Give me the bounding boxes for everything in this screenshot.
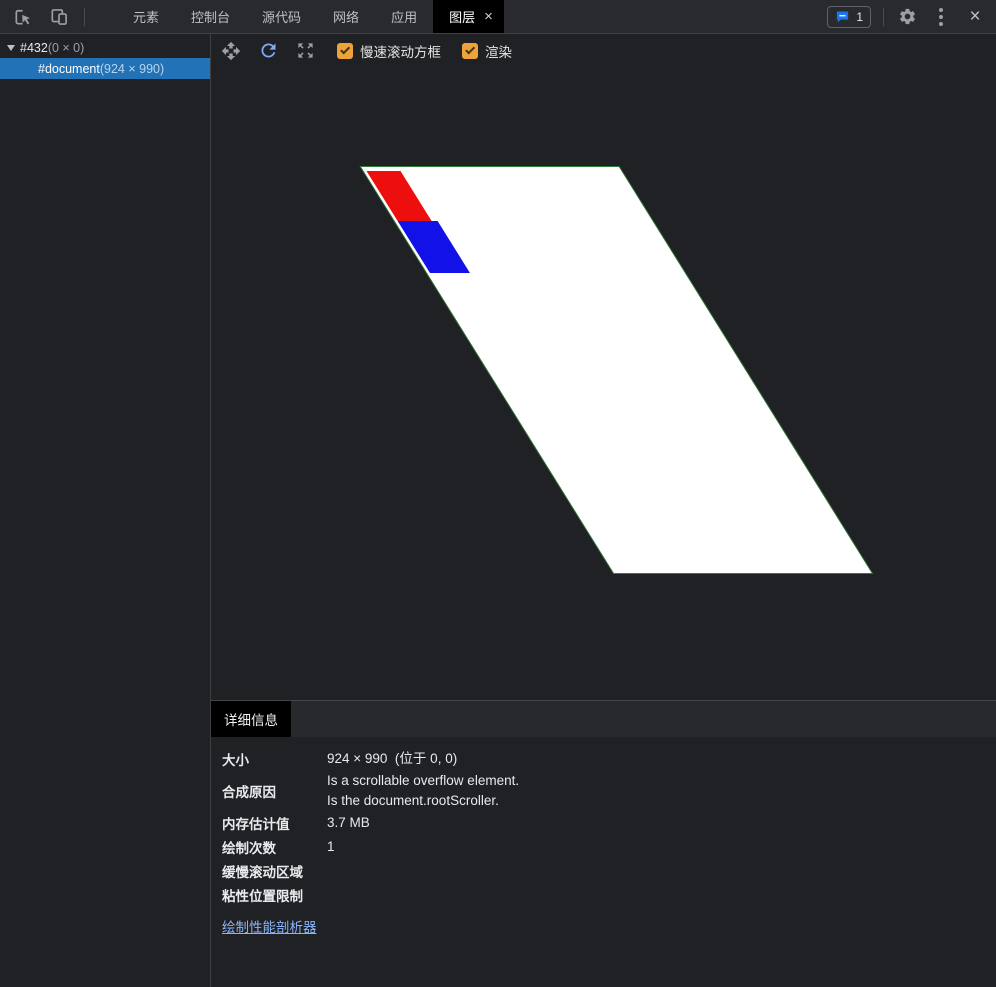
detail-label: 绘制次数 — [222, 841, 276, 856]
tab-layers-label: 图层 — [449, 10, 476, 25]
recenter-view-icon[interactable] — [294, 40, 316, 62]
details-tabbar: 详细信息 — [211, 701, 996, 737]
detail-label: 粘性位置限制 — [222, 889, 303, 904]
paints-toggle[interactable]: 渲染 — [462, 41, 512, 61]
issues-badge[interactable]: 1 — [827, 5, 871, 28]
devtools-window: 元素 控制台 源代码 网络 应用 图层 × 1 × #432 (0 × 0) #… — [0, 0, 996, 987]
scroll-rect-red-overlay — [366, 171, 432, 221]
tab-application[interactable]: 应用 — [375, 0, 433, 33]
layers-view-toolbar: 慢速滚动方框 渲染 — [211, 34, 996, 67]
slow-scroll-rects-label: 慢速滚动方框 — [360, 44, 441, 60]
layer-dimensions: (0 × 0) — [47, 40, 85, 55]
detail-row-memory-estimate: 内存估计值 3.7 MB — [222, 811, 984, 835]
header-icon-group — [0, 0, 99, 33]
detail-label: 大小 — [222, 753, 249, 768]
detail-row-slow-scroll-regions: 缓慢滚动区域 — [222, 859, 984, 883]
devtools-main-toolbar: 元素 控制台 源代码 网络 应用 图层 × 1 × — [0, 0, 996, 34]
paints-label: 渲染 — [485, 44, 512, 60]
detail-row-sticky-constraints: 粘性位置限制 — [222, 883, 984, 907]
tab-sources[interactable]: 源代码 — [246, 0, 317, 33]
detail-value: 924 × 990 (位于 0, 0) — [327, 751, 458, 766]
compositing-reason-line: Is the document.rootScroller. — [327, 793, 499, 808]
layer-name: #432 — [20, 40, 48, 55]
layer-dimensions: (924 × 990) — [99, 61, 165, 76]
slow-scroll-rects-toggle[interactable]: 慢速滚动方框 — [337, 41, 441, 61]
tab-close-icon[interactable]: × — [484, 9, 493, 24]
toolbar-divider — [84, 7, 85, 26]
panel-tabs: 元素 控制台 源代码 网络 应用 图层 × — [117, 0, 504, 33]
detail-value: 1 — [327, 839, 335, 854]
tab-details[interactable]: 详细信息 — [211, 701, 291, 737]
paint-profiler-link[interactable]: 绘制性能剖析器 — [222, 916, 317, 936]
detail-value: 3.7 MB — [327, 815, 370, 830]
layer-tree-sidebar: #432 (0 × 0) #document (924 × 990) — [0, 34, 211, 987]
checkbox-checked-icon[interactable] — [462, 42, 478, 59]
tab-network[interactable]: 网络 — [317, 0, 375, 33]
detail-row-compositing-reasons: 合成原因 Is a scrollable overflow element. I… — [222, 771, 984, 811]
issues-bubble-icon — [837, 11, 849, 23]
device-toolbar-icon[interactable] — [48, 6, 70, 28]
layers-panel: #432 (0 × 0) #document (924 × 990) 慢速滚动方… — [0, 34, 996, 987]
layers-view-column: 慢速滚动方框 渲染 详细信息 大小 924 × 990 (位于 0, 0) 合成… — [211, 34, 996, 987]
details-table: 大小 924 × 990 (位于 0, 0) 合成原因 Is a scrolla… — [211, 737, 996, 936]
detail-label: 缓慢滚动区域 — [222, 865, 303, 880]
close-devtools-icon[interactable]: × — [964, 6, 986, 28]
detail-row-size: 大小 924 × 990 (位于 0, 0) — [222, 747, 984, 771]
document-layer-quad[interactable] — [359, 166, 874, 574]
layers-3d-canvas[interactable] — [211, 67, 996, 700]
settings-gear-icon[interactable] — [896, 6, 918, 28]
inspect-element-icon[interactable] — [12, 6, 34, 28]
layer-details-panel: 详细信息 大小 924 × 990 (位于 0, 0) 合成原因 Is a sc… — [211, 700, 996, 987]
layer-tree-item-document[interactable]: #document (924 × 990) — [0, 58, 210, 79]
pan-mode-icon[interactable] — [220, 40, 242, 62]
compositing-reason-line: Is a scrollable overflow element. — [327, 773, 520, 788]
tab-elements[interactable]: 元素 — [117, 0, 175, 33]
toolbar-divider — [883, 7, 884, 26]
rotate-mode-icon[interactable] — [257, 40, 279, 62]
tab-console[interactable]: 控制台 — [175, 0, 246, 33]
issues-count: 1 — [856, 9, 863, 24]
checkbox-checked-icon[interactable] — [337, 42, 353, 59]
header-right-controls: 1 × — [827, 0, 996, 33]
layer-name: #document — [38, 61, 100, 76]
detail-label: 内存估计值 — [222, 817, 290, 832]
tab-layers[interactable]: 图层 × — [433, 0, 504, 33]
detail-row-paint-count: 绘制次数 1 — [222, 835, 984, 859]
layer-tree-item-root[interactable]: #432 (0 × 0) — [0, 37, 210, 58]
more-options-kebab-icon[interactable] — [930, 6, 952, 28]
scroll-rect-blue-overlay — [397, 221, 470, 273]
detail-label: 合成原因 — [222, 785, 276, 800]
expander-triangle-icon[interactable] — [7, 44, 15, 51]
detail-value: Is a scrollable overflow element. Is the… — [327, 771, 519, 811]
